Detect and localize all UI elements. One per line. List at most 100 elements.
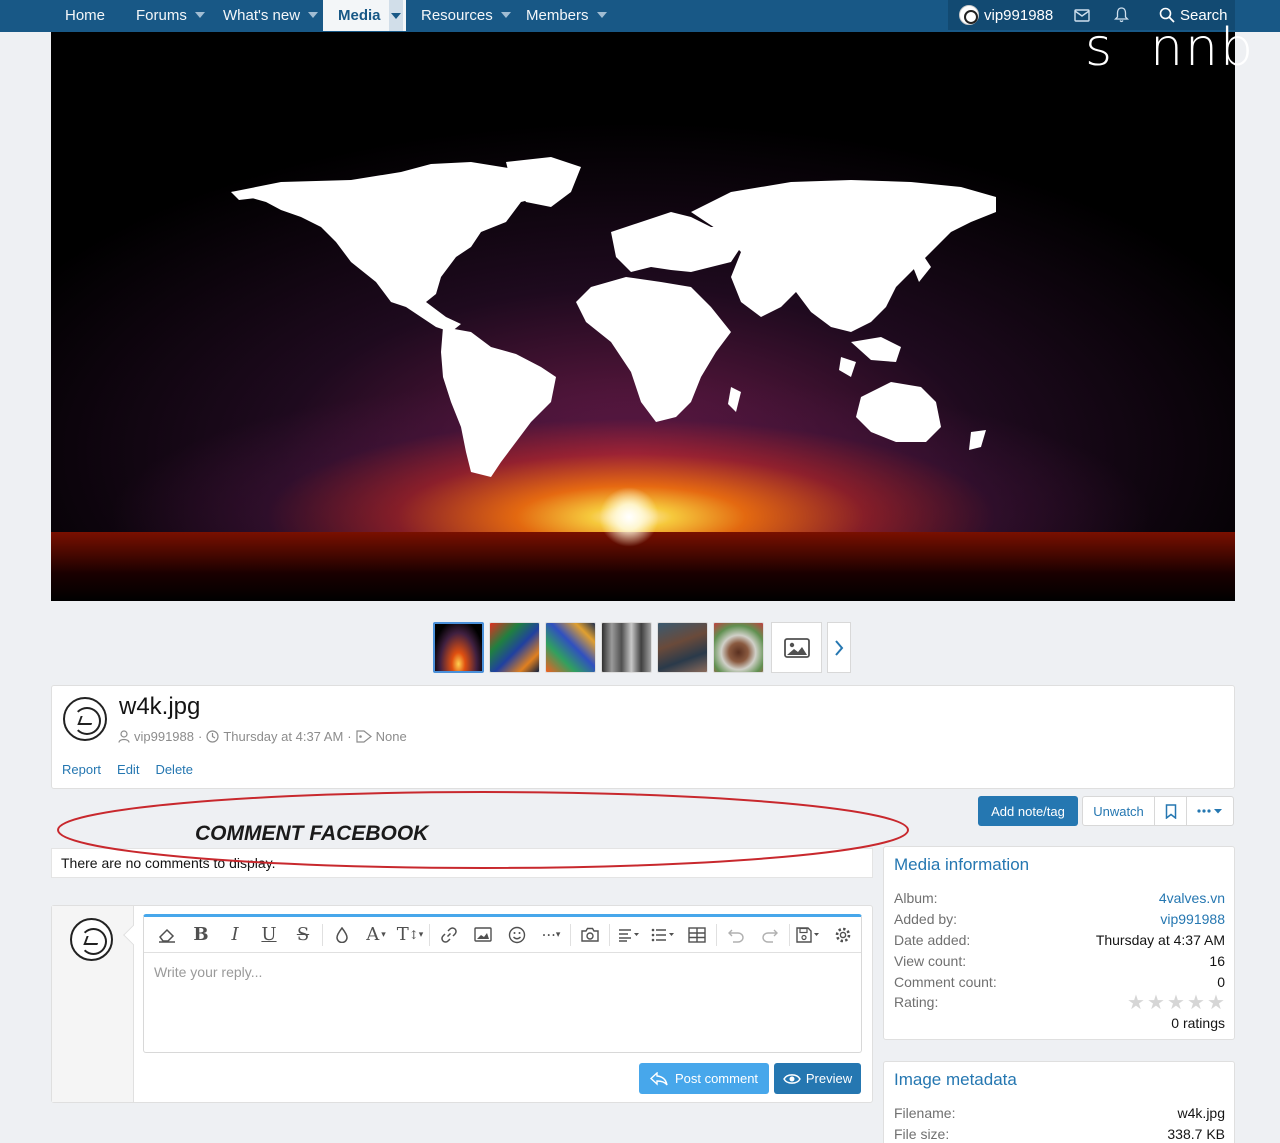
chevron-down-icon[interactable] bbox=[596, 12, 607, 18]
link-icon[interactable] bbox=[432, 920, 466, 950]
star-icon[interactable]: ★ bbox=[1187, 993, 1205, 1013]
media-meta: vip991988 · Thursday at 4:37 AM · None bbox=[118, 729, 407, 744]
camera-icon[interactable] bbox=[573, 920, 607, 950]
more-options-button[interactable] bbox=[1187, 797, 1233, 825]
nav-home[interactable]: Home bbox=[65, 0, 105, 30]
comment-count-key: Comment count: bbox=[894, 974, 997, 990]
star-icon[interactable]: ★ bbox=[1147, 993, 1165, 1013]
clock-icon bbox=[206, 730, 219, 743]
report-link[interactable]: Report bbox=[62, 762, 101, 777]
date-added-value: Thursday at 4:37 AM bbox=[1095, 932, 1225, 948]
avatar[interactable] bbox=[63, 697, 107, 741]
more-insert-icon[interactable]: ··· ▾ bbox=[534, 920, 568, 950]
nav-media-dropdown[interactable] bbox=[388, 0, 403, 31]
thumbnail-item[interactable] bbox=[489, 622, 540, 673]
image-icon[interactable] bbox=[466, 920, 500, 950]
gallery-button[interactable] bbox=[771, 622, 822, 673]
comment-count-value: 0 bbox=[1217, 974, 1225, 990]
added-by-key: Added by: bbox=[894, 911, 958, 927]
undo-icon[interactable] bbox=[719, 920, 753, 950]
eraser-icon[interactable] bbox=[150, 920, 184, 950]
star-icon[interactable]: ★ bbox=[1127, 993, 1145, 1013]
gear-icon[interactable] bbox=[826, 920, 860, 950]
added-by-row: Added by: vip991988 bbox=[894, 911, 1225, 927]
media-actions: Report Edit Delete bbox=[62, 762, 193, 777]
thumbnail-current[interactable] bbox=[433, 622, 484, 673]
reply-input[interactable]: Write your reply... bbox=[154, 964, 262, 980]
thumbnail-item[interactable] bbox=[657, 622, 708, 673]
thumbnail-item[interactable] bbox=[601, 622, 652, 673]
meta-separator: · bbox=[198, 729, 203, 744]
strikethrough-icon[interactable]: S bbox=[286, 920, 320, 950]
font-size-icon[interactable]: T ↕ ▾ bbox=[393, 920, 427, 950]
nav-home-label: Home bbox=[65, 6, 106, 24]
delete-link[interactable]: Delete bbox=[155, 762, 193, 777]
watermark-right: nnb bbox=[1150, 18, 1256, 78]
bold-icon[interactable]: B bbox=[184, 920, 218, 950]
table-icon[interactable] bbox=[680, 920, 714, 950]
star-rating[interactable]: ★ ★ ★ ★ ★ bbox=[1127, 993, 1225, 1013]
user-icon bbox=[118, 730, 130, 743]
post-comment-label: Post comment bbox=[674, 1071, 759, 1086]
page-title: w4k.jpg bbox=[119, 693, 201, 720]
added-by-link[interactable]: vip991988 bbox=[1160, 911, 1225, 927]
star-icon[interactable]: ★ bbox=[1207, 993, 1225, 1013]
nav-resources[interactable]: Resources bbox=[421, 0, 511, 30]
nav-media[interactable]: Media bbox=[323, 0, 406, 31]
nav-media-label: Media bbox=[338, 7, 381, 24]
nav-members-label: Members bbox=[526, 6, 589, 24]
smiley-icon[interactable] bbox=[500, 920, 534, 950]
post-comment-button[interactable]: Post comment bbox=[639, 1063, 769, 1094]
underline-icon[interactable]: U bbox=[252, 920, 286, 950]
nav-forums[interactable]: Forums bbox=[136, 0, 205, 30]
chevron-down-icon[interactable] bbox=[194, 12, 205, 18]
bookmark-button[interactable] bbox=[1155, 797, 1187, 825]
thumbnail-next-button[interactable] bbox=[827, 622, 851, 673]
chevron-down-icon[interactable] bbox=[308, 12, 319, 18]
media-information-title: Media information bbox=[894, 855, 1030, 874]
album-row: Album: 4valves.vn bbox=[894, 890, 1225, 906]
watermark-left: s bbox=[1085, 18, 1115, 78]
nav-whats-new-label: What's new bbox=[223, 6, 301, 24]
more-icon bbox=[1197, 809, 1222, 814]
nav-members[interactable]: Members bbox=[526, 0, 607, 30]
edit-link[interactable]: Edit bbox=[117, 762, 139, 777]
add-note-tag-button[interactable]: Add note/tag bbox=[978, 796, 1078, 826]
italic-icon[interactable]: I bbox=[218, 920, 252, 950]
list-icon[interactable] bbox=[646, 920, 680, 950]
thumbnail-item[interactable] bbox=[545, 622, 596, 673]
preview-button[interactable]: Preview bbox=[774, 1063, 861, 1094]
chevron-down-icon[interactable] bbox=[500, 12, 511, 18]
reply-icon bbox=[649, 1071, 668, 1086]
avatar bbox=[70, 918, 113, 961]
redo-icon[interactable] bbox=[753, 920, 787, 950]
avatar bbox=[959, 5, 979, 25]
bookmark-icon bbox=[1165, 803, 1176, 819]
align-icon[interactable] bbox=[612, 920, 646, 950]
filename-key: Filename: bbox=[894, 1105, 956, 1121]
account-link[interactable]: vip991988 bbox=[959, 0, 1053, 30]
thumbnail-item[interactable] bbox=[713, 622, 764, 673]
nav-resources-label: Resources bbox=[421, 6, 493, 24]
rating-row: Rating: ★ ★ ★ ★ ★ bbox=[894, 993, 1225, 1013]
font-family-icon[interactable]: A ▾ bbox=[359, 920, 393, 950]
file-size-value: 338.7 KB bbox=[1167, 1126, 1225, 1142]
toolbar-separator bbox=[429, 923, 430, 946]
view-count-value: 16 bbox=[1209, 953, 1225, 969]
toolbar-separator bbox=[609, 923, 610, 946]
album-link[interactable]: 4valves.vn bbox=[1159, 890, 1225, 906]
ratings-count-text: 0 ratings bbox=[1171, 1015, 1225, 1031]
media-image[interactable] bbox=[51, 32, 1235, 601]
filename-row: Filename: w4k.jpg bbox=[894, 1105, 1225, 1121]
unwatch-button[interactable]: Unwatch bbox=[1083, 797, 1155, 825]
image-metadata-title: Image metadata bbox=[894, 1070, 1017, 1089]
toolbar-separator bbox=[789, 923, 790, 946]
world-map-illustration bbox=[231, 157, 996, 477]
color-drop-icon[interactable] bbox=[325, 920, 359, 950]
author-link[interactable]: vip991988 bbox=[134, 729, 194, 744]
save-draft-icon[interactable] bbox=[792, 920, 826, 950]
file-size-row: File size: 338.7 KB bbox=[894, 1126, 1225, 1142]
star-icon[interactable]: ★ bbox=[1167, 993, 1185, 1013]
nav-whats-new[interactable]: What's new bbox=[223, 0, 319, 30]
image-icon bbox=[783, 637, 810, 658]
